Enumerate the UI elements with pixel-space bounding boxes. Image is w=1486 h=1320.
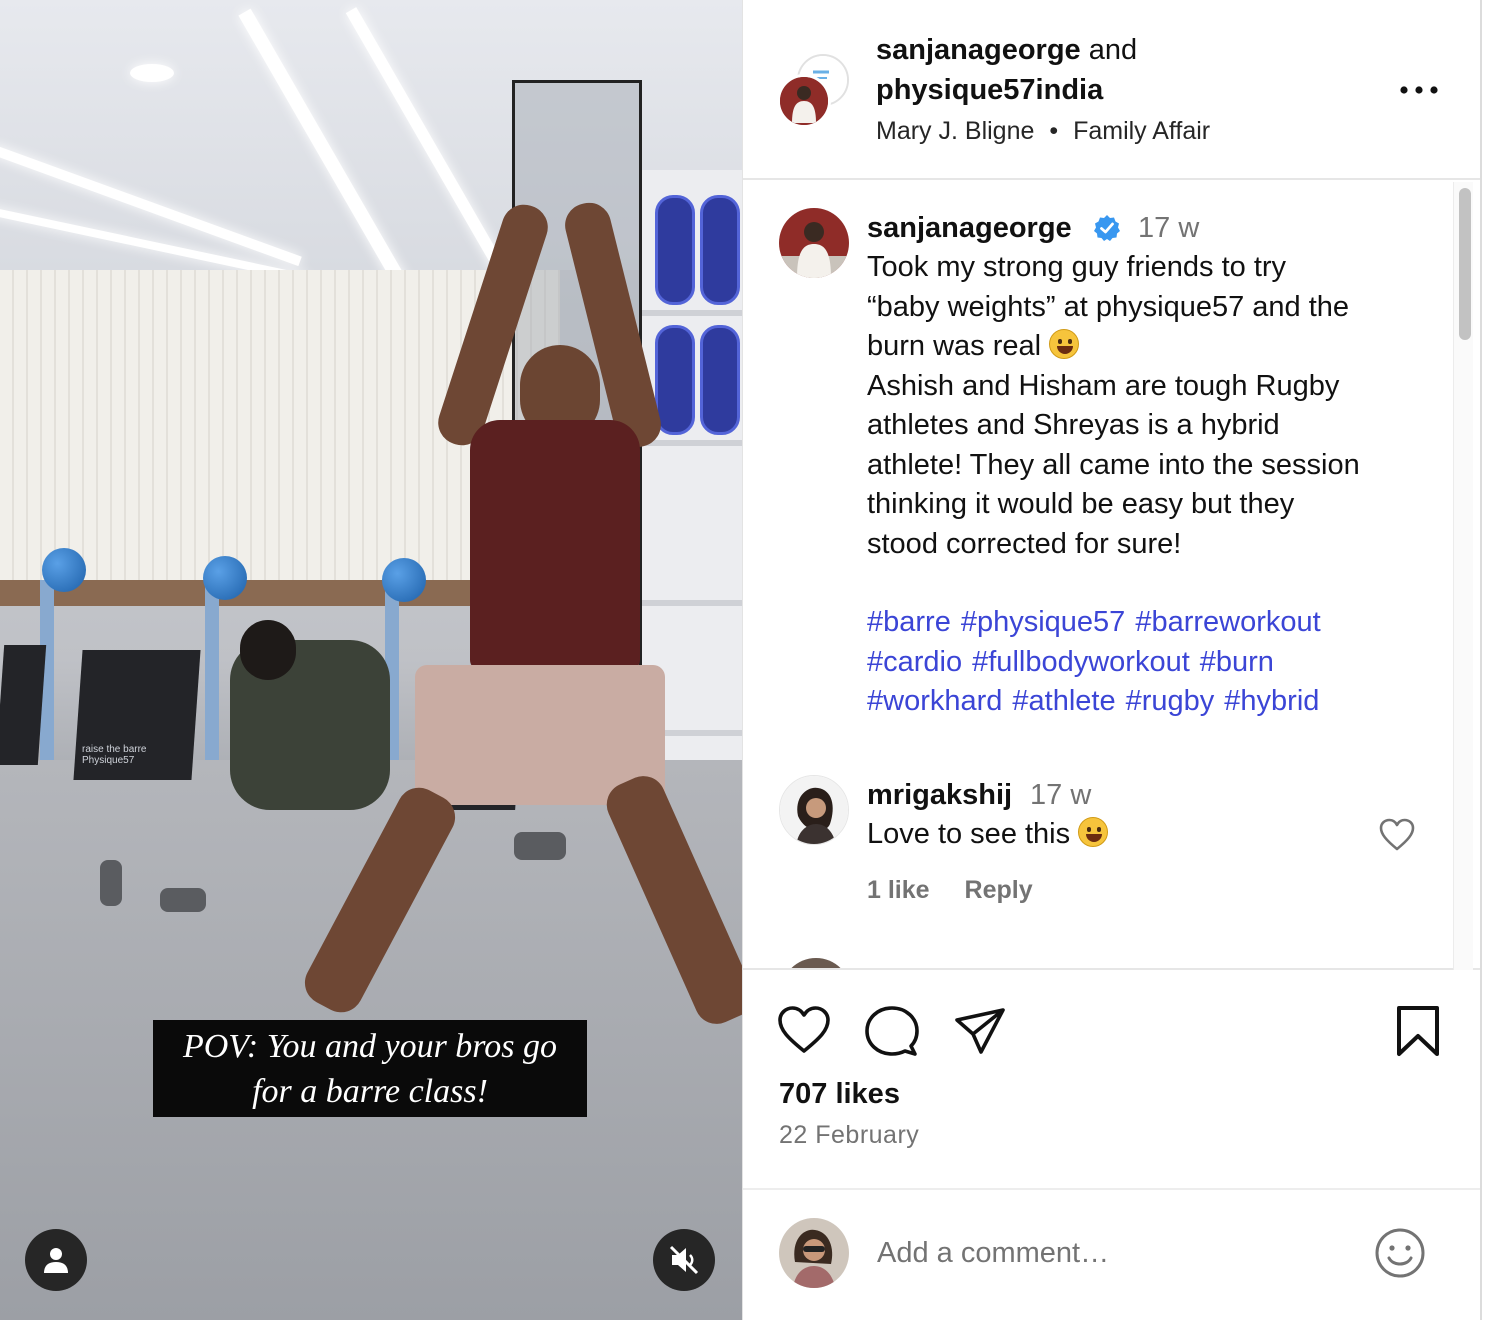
speaker-muted-icon (669, 1245, 699, 1275)
author-username[interactable]: sanjanageorge (876, 34, 1081, 66)
author-photo-icon (779, 208, 849, 278)
comment-like-heart-icon[interactable] (1379, 818, 1415, 852)
caption-line: thinking it would be easy but they (867, 488, 1295, 520)
dumbbell (514, 832, 566, 860)
caption-line: athletes and Shreyas is a hybrid (867, 409, 1280, 441)
comment-bubble-icon[interactable] (865, 1004, 919, 1058)
comment-avatar-partial[interactable] (781, 958, 851, 968)
more-options-icon (1400, 86, 1438, 94)
user-icon (44, 1248, 68, 1273)
post-media[interactable]: raise the barre Physique57 POV: You and … (0, 0, 742, 1320)
current-user-avatar (779, 1218, 849, 1288)
post-date[interactable]: 22 February (779, 1118, 919, 1152)
post-author-line: sanjanageorge and (876, 30, 1137, 70)
hashtag-link[interactable]: #athlete (1012, 685, 1115, 717)
yoga-mat-roll (655, 195, 695, 305)
comment-username[interactable]: mrigakshij (867, 775, 1012, 815)
like-heart-icon[interactable] (777, 1004, 831, 1058)
comment-text: Love to see this (867, 814, 1109, 854)
hashtag-link[interactable]: #hybrid (1224, 685, 1319, 717)
comment-text-content: Love to see this (867, 818, 1071, 850)
author-joiner: and (1088, 34, 1138, 66)
mute-button[interactable] (653, 1229, 715, 1291)
verified-badge-icon (1094, 215, 1120, 241)
emoji-picker-icon[interactable] (1373, 1226, 1427, 1280)
collaborator-username[interactable]: physique57india (876, 70, 1103, 110)
dumbbell (160, 888, 206, 912)
current-user-photo-icon (779, 1218, 849, 1288)
caption-line: burn was real (867, 330, 1042, 362)
caption-hashtags: #barre #physique57 #barreworkout #cardio #f… (867, 603, 1437, 722)
caption-line: athlete! They all came into the session (867, 448, 1360, 481)
shelf-row (640, 310, 742, 316)
grinning-emoji-icon (1049, 329, 1080, 359)
caption-line-with-emoji: burn was real (867, 327, 1437, 367)
tagged-users-button[interactable] (25, 1229, 87, 1291)
comment-reply-button[interactable]: Reply (965, 876, 1033, 904)
hashtag-link[interactable]: #workhard (867, 685, 1002, 717)
yoga-mat-roll (655, 325, 695, 435)
caption-timestamp[interactable]: 17 w (1138, 208, 1199, 248)
shelf-row (640, 600, 742, 606)
caption-author-avatar[interactable] (779, 208, 849, 278)
yoga-mat-roll (700, 195, 740, 305)
hashtag-link[interactable]: #physique57 (961, 606, 1125, 638)
comments-scroll-area[interactable]: sanjanageorge 17 w Took my strong guy fr… (743, 182, 1481, 970)
save-bookmark-icon[interactable] (1391, 1004, 1445, 1058)
hashtag-link[interactable]: #barre (867, 606, 951, 638)
person-main-torso (470, 420, 640, 670)
shelf-row (640, 440, 742, 446)
caption-line: stood corrected for sure! (867, 527, 1182, 560)
scrollbar-thumb[interactable] (1459, 188, 1471, 340)
comment-timestamp[interactable]: 17 w (1030, 775, 1091, 815)
yoga-mat-roll (700, 325, 740, 435)
post-header: sanjanageorge and physique57india Mary J… (743, 0, 1481, 180)
likes-count[interactable]: 707 likes (779, 1074, 900, 1114)
exercise-ball (42, 548, 86, 592)
mat-label: raise the barre Physique57 (82, 744, 147, 766)
audio-track: Family Affair (1073, 117, 1211, 145)
post-actions-bar (743, 972, 1481, 1072)
caption-text: Took my strong guy friends to try “baby … (867, 248, 1437, 564)
video-text-overlay: POV: You and your bros go for a barre cl… (182, 1028, 558, 1110)
caption-username[interactable]: sanjanageorge (867, 208, 1072, 248)
caption-line: Took my strong guy friends to try (867, 251, 1287, 283)
hashtag-link[interactable]: #cardio (867, 646, 962, 678)
share-send-icon[interactable] (953, 1004, 1007, 1058)
hashtag-link[interactable]: #rugby (1126, 685, 1215, 717)
exercise-ball (203, 556, 247, 600)
audio-attribution[interactable]: Mary J. Bligne • Family Affair (876, 114, 1210, 148)
exercise-ball (382, 558, 426, 602)
caption-line: “baby weights” at physique57 and the (867, 290, 1350, 323)
panel-edge (1480, 0, 1482, 1320)
comment-likes-count[interactable]: 1 like (867, 876, 930, 904)
person-squatting-head (240, 620, 296, 680)
hashtag-link[interactable]: #fullbodyworkout (972, 646, 1190, 678)
audio-artist: Mary J. Bligne (876, 117, 1035, 145)
audio-separator: • (1049, 117, 1059, 145)
hashtag-link[interactable]: #barreworkout (1135, 606, 1320, 638)
author-photo-icon (780, 77, 828, 125)
add-comment-input[interactable] (877, 1230, 1357, 1276)
post-details-panel: sanjanageorge and physique57india Mary J… (742, 0, 1482, 1320)
hashtag-link[interactable]: #burn (1200, 646, 1274, 678)
comment-avatar[interactable] (779, 775, 849, 845)
add-comment-bar (743, 1188, 1481, 1320)
barre-post (205, 580, 219, 770)
caption-line: Ashish and Hisham are tough Rugby (867, 369, 1340, 402)
author-avatar[interactable] (777, 74, 831, 128)
dumbbell (100, 860, 122, 906)
ceiling-spotlight (130, 64, 174, 82)
more-options-button[interactable] (1393, 72, 1445, 108)
smiley-emoji-icon (1078, 817, 1109, 847)
comment-meta: 1 like Reply (867, 872, 1061, 908)
commenter-photo-icon (780, 776, 848, 844)
